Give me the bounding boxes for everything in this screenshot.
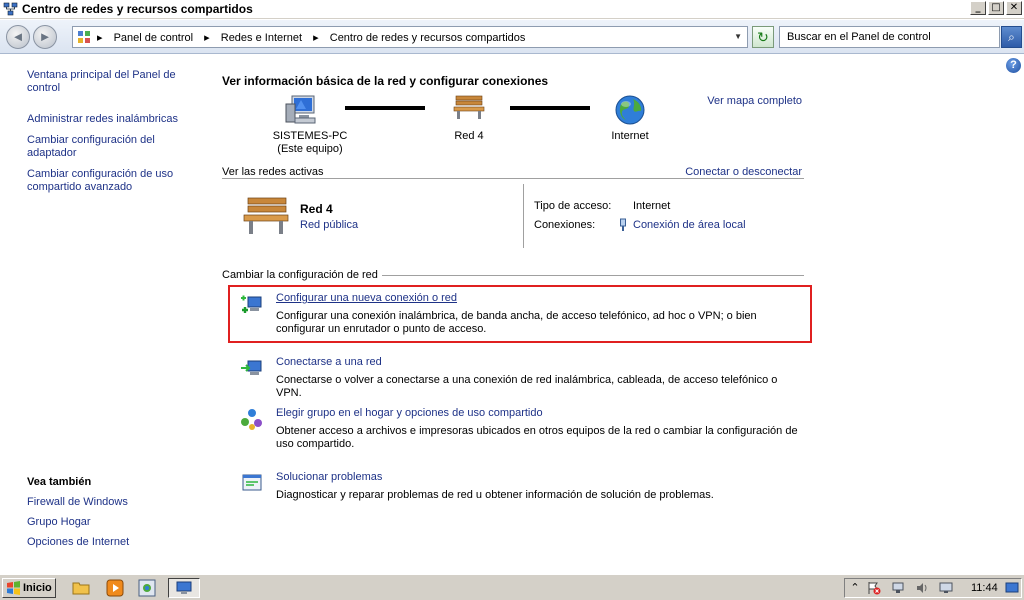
- breadcrumb-separator[interactable]: ▸: [204, 32, 210, 44]
- system-tray: ⌃ 11:44: [844, 578, 1022, 598]
- active-networks-label: Ver las redes activas: [222, 166, 328, 178]
- see-also-firewall[interactable]: Firewall de Windows: [27, 496, 197, 508]
- search-input[interactable]: Buscar en el Panel de control: [779, 26, 1000, 48]
- start-label: Inicio: [23, 582, 52, 594]
- task-troubleshoot: Solucionar problemas Diagnosticar y repa…: [222, 471, 804, 501]
- media-player-icon[interactable]: [106, 579, 124, 597]
- minimize-button[interactable]: _: [970, 1, 986, 15]
- bench-icon: [243, 197, 289, 234]
- network-center-icon: [176, 581, 192, 594]
- highlight-box: [228, 285, 812, 343]
- connection-line: [510, 106, 590, 110]
- network-type-link[interactable]: Red pública: [300, 219, 358, 231]
- troubleshoot-link[interactable]: Solucionar problemas: [276, 471, 382, 483]
- homegroup-desc: Obtener acceso a archivos e impresoras u…: [276, 425, 798, 450]
- task-connect-network: Conectarse a una red Conectarse o volver…: [222, 356, 804, 399]
- display-icon[interactable]: [1005, 581, 1019, 595]
- window-title: Centro de redes y recursos compartidos: [22, 2, 253, 16]
- bench-icon[interactable]: [452, 94, 486, 120]
- network-center-icon: [3, 2, 18, 16]
- title-bar: Centro de redes y recursos compartidos _…: [0, 0, 1024, 19]
- breadcrumb-control-panel[interactable]: Panel de control: [114, 32, 194, 44]
- close-button[interactable]: ✕: [1006, 1, 1022, 15]
- connections-label: Conexiones:: [534, 219, 596, 231]
- monitor-tray-icon[interactable]: [939, 581, 953, 595]
- connect-disconnect-link[interactable]: Conectar o desconectar: [681, 166, 802, 178]
- change-settings-label: Cambiar la configuración de red: [222, 269, 382, 281]
- active-network-name: Red 4: [300, 202, 333, 216]
- connect-network-link[interactable]: Conectarse a una red: [276, 356, 382, 368]
- control-panel-taskbar-icon[interactable]: [138, 579, 156, 597]
- vertical-divider: [523, 184, 524, 248]
- troubleshoot-icon: [242, 474, 262, 491]
- sidebar-item-manage-wireless[interactable]: Administrar redes inalámbricas: [27, 113, 197, 126]
- sidebar-item-adapter-settings[interactable]: Cambiar configuración del adaptador: [27, 134, 197, 160]
- connect-network-icon: [241, 360, 262, 375]
- network-tray-icon[interactable]: [891, 581, 905, 595]
- computer-name: SISTEMES-PC: [272, 130, 348, 142]
- refresh-button[interactable]: ↻: [752, 26, 774, 48]
- breadcrumb-separator[interactable]: ▸: [97, 32, 103, 44]
- back-button[interactable]: ◄: [6, 25, 30, 49]
- globe-icon[interactable]: [614, 94, 646, 126]
- breadcrumb-separator[interactable]: ▸: [313, 32, 319, 44]
- action-center-icon[interactable]: [867, 581, 881, 595]
- maximize-button[interactable]: □: [988, 1, 1004, 15]
- troubleshoot-desc: Diagnosticar y reparar problemas de red …: [276, 489, 714, 501]
- homegroup-icon: [241, 409, 262, 430]
- folder-icon[interactable]: [72, 579, 90, 597]
- connection-line: [345, 106, 425, 110]
- see-also-internet-options[interactable]: Opciones de Internet: [27, 536, 197, 548]
- internet-label: Internet: [611, 130, 649, 142]
- start-button[interactable]: Inicio: [2, 578, 56, 598]
- address-toolbar: ◄ ► ▸ Panel de control ▸ Redes e Interne…: [0, 20, 1024, 54]
- windows-logo-icon: [7, 581, 20, 595]
- connect-network-desc: Conectarse o volver a conectarse a una c…: [276, 374, 778, 399]
- see-also-panel: Vea también Firewall de Windows Grupo Ho…: [27, 476, 197, 556]
- computer-subtitle: (Este equipo): [277, 143, 343, 155]
- volume-icon[interactable]: [915, 581, 929, 595]
- forward-button[interactable]: ►: [33, 25, 57, 49]
- sidebar: Ventana principal del Panel de control A…: [27, 69, 197, 194]
- chevron-down-icon[interactable]: ▼: [734, 32, 742, 41]
- sidebar-item-control-panel-home[interactable]: Ventana principal del Panel de control: [27, 69, 197, 95]
- search-icon[interactable]: ⌕: [1001, 26, 1022, 48]
- local-connection-link[interactable]: Conexión de área local: [633, 219, 746, 231]
- task-homegroup: Elegir grupo en el hogar y opciones de u…: [222, 407, 804, 450]
- sidebar-item-advanced-sharing[interactable]: Cambiar configuración de uso compartido …: [27, 168, 197, 194]
- full-map-link[interactable]: Ver mapa completo: [707, 95, 802, 107]
- address-bar[interactable]: ▸ Panel de control ▸ Redes e Internet ▸ …: [72, 26, 748, 48]
- ethernet-icon: [620, 218, 626, 231]
- breadcrumb-network-internet[interactable]: Redes e Internet: [221, 32, 302, 44]
- tray-expand-icon[interactable]: ⌃: [848, 581, 862, 595]
- homegroup-link[interactable]: Elegir grupo en el hogar y opciones de u…: [276, 407, 543, 419]
- breadcrumb-network-center[interactable]: Centro de redes y recursos compartidos: [330, 32, 526, 44]
- see-also-homegroup[interactable]: Grupo Hogar: [27, 516, 197, 528]
- taskbar: Inicio ⌃ 11:44: [0, 574, 1024, 600]
- divider: [222, 178, 804, 179]
- access-type-label: Tipo de acceso:: [534, 200, 612, 212]
- see-also-title: Vea también: [27, 476, 92, 488]
- access-type-value: Internet: [633, 200, 671, 212]
- active-window-task[interactable]: [168, 578, 200, 598]
- clock[interactable]: 11:44: [971, 582, 998, 594]
- control-panel-icon: [78, 31, 90, 43]
- computer-icon: [285, 95, 316, 124]
- network-name-map: Red 4: [454, 130, 484, 142]
- page-title: Ver información básica de la red y confi…: [222, 74, 549, 88]
- help-icon[interactable]: ?: [1006, 58, 1021, 73]
